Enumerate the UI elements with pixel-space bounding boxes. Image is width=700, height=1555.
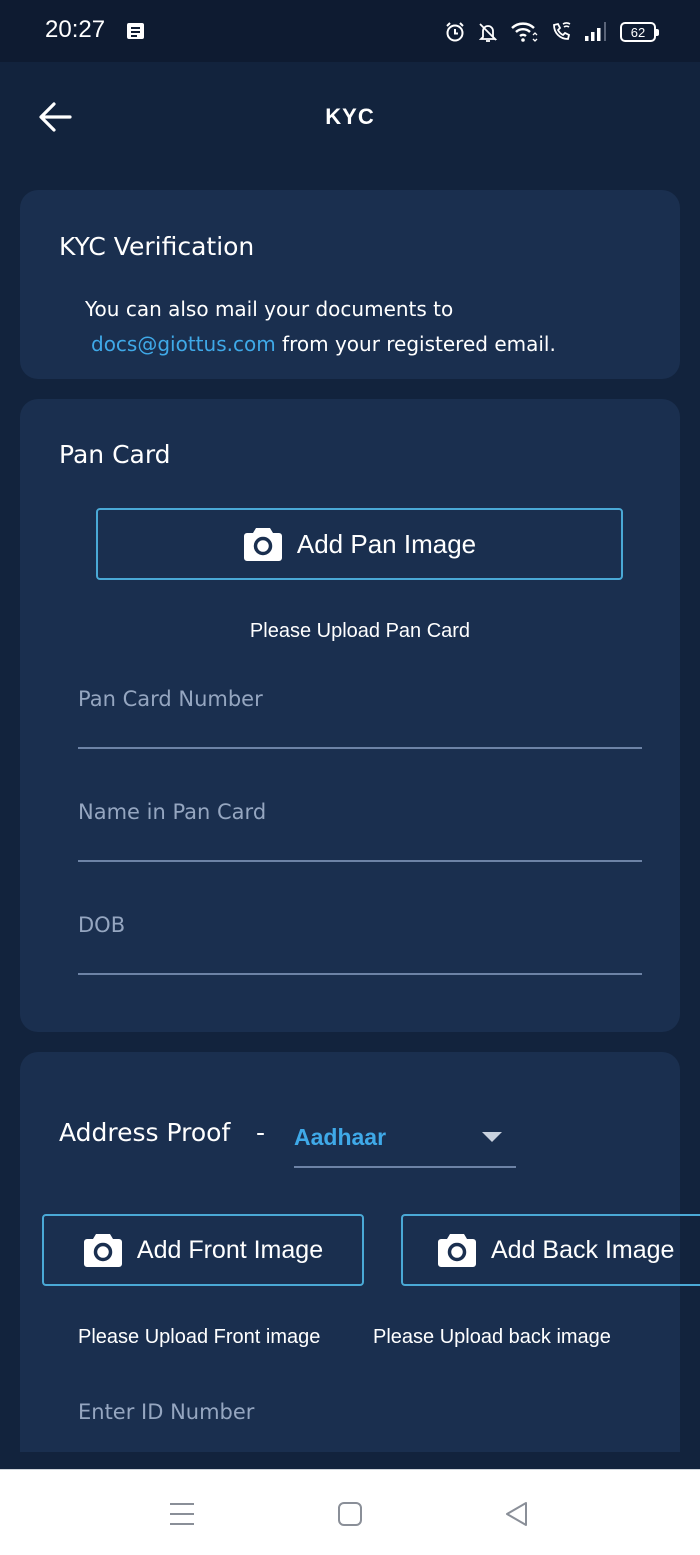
alarm-icon: [446, 22, 464, 42]
add-back-image-label: Add Back Image: [491, 1235, 675, 1264]
recent-apps-button[interactable]: [162, 1494, 202, 1534]
pan-name-field[interactable]: [78, 782, 642, 862]
add-pan-image-label: Add Pan Image: [296, 528, 477, 559]
page-title: KYC: [325, 104, 375, 129]
back-upload-helper: Please Upload back image: [373, 1326, 611, 1348]
camera-icon: [243, 528, 282, 561]
signal-icon: [585, 22, 606, 41]
address-proof-section: Address Proof - Aadhaar Add Front Image …: [20, 1052, 700, 1452]
pan-number-input[interactable]: [78, 669, 642, 729]
wifi-icon: [511, 22, 538, 42]
system-nav-bar: [0, 1469, 700, 1555]
back-icon: [506, 1502, 527, 1526]
kyc-verification-card: KYC Verification You can also mail your …: [20, 190, 680, 379]
dob-field[interactable]: [78, 895, 642, 975]
address-proof-separator: -: [256, 1118, 266, 1147]
kyc-mail-line2: docs@giottus.com from your registered em…: [85, 327, 556, 362]
pan-card-title: Pan Card: [59, 440, 171, 469]
system-back-button[interactable]: [497, 1494, 537, 1534]
camera-icon: [83, 1234, 122, 1267]
camera-icon: [438, 1234, 476, 1267]
id-number-field[interactable]: [78, 1382, 642, 1462]
home-icon: [338, 1502, 362, 1526]
bell-off-icon: [478, 23, 498, 42]
pan-card-section: Pan Card Add Pan Image Please Upload Pan…: [20, 399, 680, 1032]
status-icons: 62: [444, 18, 659, 46]
email-link[interactable]: docs@giottus.com: [91, 332, 276, 356]
battery-indicator: 62: [620, 22, 659, 42]
address-proof-dropdown[interactable]: Aadhaar: [294, 1116, 516, 1168]
address-proof-selected: Aadhaar: [294, 1124, 387, 1150]
add-front-image-button[interactable]: Add Front Image: [42, 1214, 364, 1286]
home-button[interactable]: [330, 1494, 370, 1534]
id-number-input[interactable]: [78, 1382, 642, 1442]
dob-input[interactable]: [78, 895, 642, 955]
menu-icon: [170, 1503, 194, 1525]
kyc-mail-line2-suffix: from your registered email.: [275, 332, 556, 356]
add-pan-image-button[interactable]: Add Pan Image: [96, 508, 623, 580]
kyc-verification-title: KYC Verification: [59, 232, 255, 261]
add-front-image-label: Add Front Image: [136, 1235, 324, 1264]
pan-upload-helper: Please Upload Pan Card: [249, 620, 471, 642]
kyc-mail-info: You can also mail your documents to docs…: [85, 292, 556, 362]
front-upload-helper: Please Upload Front image: [78, 1326, 321, 1348]
add-back-image-button[interactable]: Add Back Image: [401, 1214, 700, 1286]
dropdown-caret-icon: [482, 1132, 502, 1142]
app-bar: KYC: [0, 62, 700, 174]
notes-icon: [127, 23, 144, 39]
pan-name-input[interactable]: [78, 782, 642, 842]
pan-number-field[interactable]: [78, 669, 642, 749]
address-proof-label: Address Proof: [59, 1118, 231, 1147]
status-time: 20:27: [45, 16, 106, 43]
wifi-calling-icon: [553, 22, 571, 40]
kyc-mail-line1: You can also mail your documents to: [85, 297, 454, 321]
status-bar: 20:27 62: [0, 0, 700, 62]
